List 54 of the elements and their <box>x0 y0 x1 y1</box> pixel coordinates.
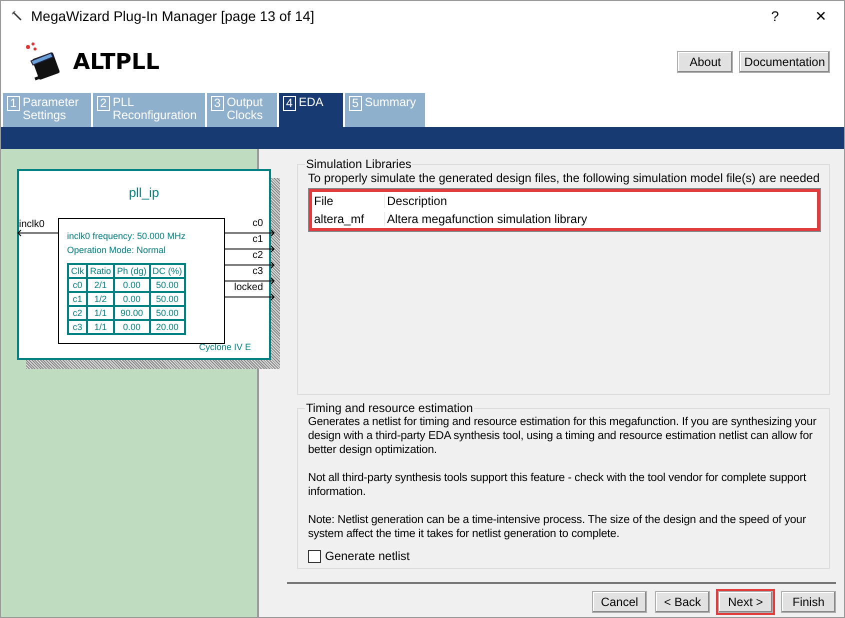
table-cell: c1 <box>68 292 87 306</box>
table-cell: 90.00 <box>114 306 150 320</box>
table-cell: 0.00 <box>114 278 150 292</box>
table-cell: 0.00 <box>114 292 150 306</box>
table-cell: 20.00 <box>150 320 186 334</box>
checkbox-label: Generate netlist <box>325 549 410 563</box>
block-title: pll_ip <box>128 185 160 200</box>
table-cell: 1/2 <box>87 292 114 306</box>
header-button[interactable]: Documentation <box>739 51 830 73</box>
paragraph-text: Not all third-party synthesis tools support this feature - check with the tool vendor for complete support information. <box>308 471 808 499</box>
paragraph-text: Note: Netlist generation can be a time-intensive process. The size of the design and the speed of your system affect the time it takes for netlist generation to complete. <box>308 513 808 541</box>
info-text: inclk0 frequency: 50.000 MHz <box>67 230 187 243</box>
table-cell-text: Altera megafunction simulation library <box>386 212 588 226</box>
port-label: c0 <box>252 218 263 229</box>
table-cell: 1/1 <box>87 320 114 334</box>
table-cell: c2 <box>68 306 87 320</box>
wand-icon <box>11 10 23 22</box>
table-cell: 50.00 <box>150 306 186 320</box>
wizard-button[interactable]: Finish <box>781 591 836 613</box>
group-title: Timing and resource estimation <box>305 401 474 415</box>
table-cell: c0 <box>68 278 87 292</box>
port-label: c1 <box>252 234 263 245</box>
component-title: ALTPLL <box>73 50 160 74</box>
table-header: DC (%) <box>150 264 186 278</box>
wizard-tab[interactable]: 4 EDA <box>279 93 343 127</box>
table-header: Clk <box>68 264 87 278</box>
header-button[interactable]: About <box>677 51 734 73</box>
table-cell: 50.00 <box>150 292 186 306</box>
port-label: c3 <box>252 266 263 277</box>
table-cell: 0.00 <box>114 320 150 334</box>
wizard-button[interactable]: Next > <box>718 591 773 613</box>
info-text: Operation Mode: Normal <box>67 244 167 257</box>
port-label: c2 <box>252 250 263 261</box>
paragraph-text: Generates a netlist for timing and resource estimation for this megafunction. If you are synthesizing your design with a third-party EDA synthesis tool, using a timing and resource estimation netlist can allow for better design optimization. <box>308 415 818 457</box>
table-header: Ph (dg) <box>114 264 150 278</box>
help-button[interactable]: ? <box>752 1 798 31</box>
table-cell: c3 <box>68 320 87 334</box>
column-header[interactable]: File <box>312 194 385 208</box>
window-title: MegaWizard Plug-In Manager [page 13 of 14] <box>31 8 314 24</box>
wizard-button[interactable]: Cancel <box>592 591 647 613</box>
wizard-button[interactable]: < Back <box>655 591 710 613</box>
checkbox[interactable] <box>308 550 321 562</box>
description-text: To properly simulate the generated design files, the following simulation model file(s) are needed <box>308 171 821 185</box>
close-button[interactable]: ✕ <box>798 1 844 31</box>
table-cell: 2/1 <box>87 278 114 292</box>
device-label: Cyclone IV E <box>198 342 251 352</box>
column-header[interactable]: Description <box>385 194 448 208</box>
table-header: Ratio <box>87 264 114 278</box>
table-cell: 1/1 <box>87 306 114 320</box>
port-label: inclk0 <box>19 219 45 230</box>
table-cell: altera_mf <box>312 212 385 226</box>
group-title: Simulation Libraries <box>305 157 412 171</box>
port-label: locked <box>234 282 263 293</box>
table-cell: 50.00 <box>150 278 186 292</box>
